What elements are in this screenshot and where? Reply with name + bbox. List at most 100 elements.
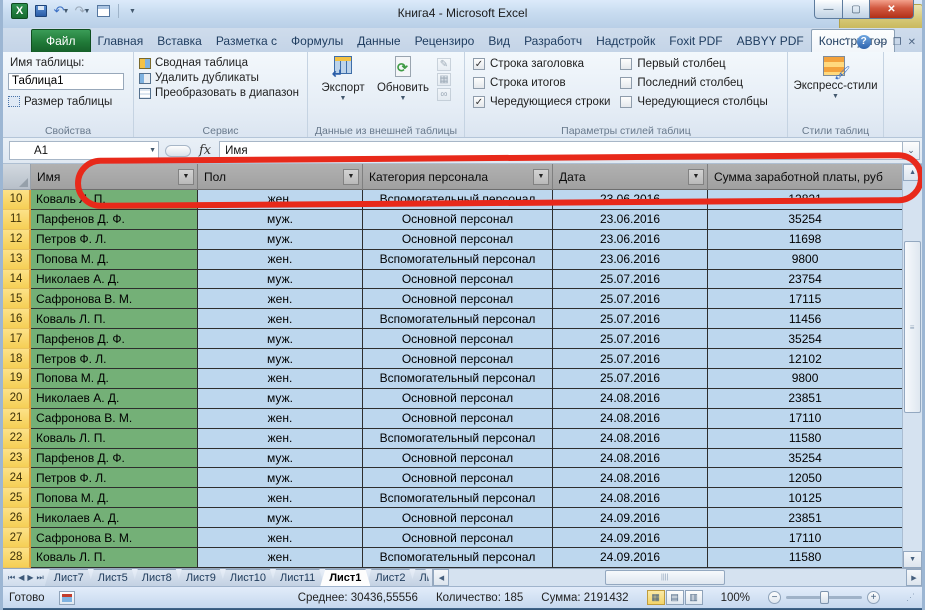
- row-number[interactable]: 19: [3, 369, 31, 389]
- table-cell[interactable]: Коваль Л. П.: [31, 548, 198, 568]
- sheet-tab[interactable]: Лист11: [271, 569, 324, 586]
- vertical-scroll-track[interactable]: ≡: [903, 181, 922, 551]
- table-cell[interactable]: 11580: [708, 548, 902, 568]
- row-number[interactable]: 16: [3, 309, 31, 329]
- data-range-properties-icon[interactable]: ✎: [437, 58, 451, 71]
- scroll-left-icon[interactable]: ◀: [433, 569, 449, 586]
- pivot-table-button[interactable]: Сводная таблица: [139, 57, 302, 69]
- scroll-down-icon[interactable]: ▼: [903, 551, 922, 568]
- remove-duplicates-button[interactable]: Удалить дубликаты: [139, 72, 302, 84]
- maximize-button[interactable]: ▢: [843, 0, 870, 19]
- table-cell[interactable]: Вспомогательный персонал: [363, 309, 553, 329]
- table-cell[interactable]: 25.07.2016: [553, 289, 708, 309]
- table-cell[interactable]: 11456: [708, 309, 902, 329]
- table-cell[interactable]: жен.: [198, 548, 363, 568]
- table-cell[interactable]: 23851: [708, 508, 902, 528]
- table-cell[interactable]: 24.08.2016: [553, 409, 708, 429]
- table-cell[interactable]: муж.: [198, 329, 363, 349]
- table-cell[interactable]: 24.08.2016: [553, 488, 708, 508]
- open-in-browser-icon[interactable]: ▦: [437, 73, 451, 86]
- row-number[interactable]: 27: [3, 528, 31, 548]
- style-option-checkbox[interactable]: Строка итогов: [473, 77, 610, 89]
- ribbon-tab[interactable]: Foxit PDF: [662, 30, 729, 52]
- ribbon-tab[interactable]: Файл: [31, 29, 91, 52]
- table-cell[interactable]: 25.07.2016: [553, 270, 708, 290]
- sheet-tab[interactable]: Лист1: [320, 569, 370, 586]
- refresh-button[interactable]: ⟳ Обновить ▼: [373, 56, 433, 124]
- table-cell[interactable]: 23.06.2016: [553, 230, 708, 250]
- table-cell[interactable]: 12102: [708, 349, 902, 369]
- table-cell[interactable]: 24.08.2016: [553, 449, 708, 469]
- row-number[interactable]: 28: [3, 548, 31, 568]
- workbook-restore-icon[interactable]: ❐: [893, 37, 902, 48]
- table-cell[interactable]: 35254: [708, 449, 902, 469]
- table-cell[interactable]: Коваль Л. П.: [31, 429, 198, 449]
- table-cell[interactable]: жен.: [198, 289, 363, 309]
- filter-dropdown-icon[interactable]: ▼: [343, 169, 359, 185]
- close-button[interactable]: ✕: [870, 0, 914, 19]
- checkbox-unchecked-icon[interactable]: [473, 77, 485, 89]
- table-cell[interactable]: Николаев А. Д.: [31, 270, 198, 290]
- name-box[interactable]: A1 ▼: [9, 141, 159, 160]
- table-cell[interactable]: Коваль Л. П.: [31, 190, 198, 210]
- table-cell[interactable]: муж.: [198, 449, 363, 469]
- table-cell[interactable]: 25.07.2016: [553, 369, 708, 389]
- scroll-up-icon[interactable]: ▲: [903, 164, 922, 181]
- table-cell[interactable]: 23.06.2016: [553, 250, 708, 270]
- quick-styles-button[interactable]: 🖌 Экспресс-стили ▼: [793, 56, 878, 124]
- table-cell[interactable]: Парфенов Д. Ф.: [31, 329, 198, 349]
- horizontal-scroll-thumb[interactable]: ||||: [605, 570, 725, 585]
- table-cell[interactable]: 24.08.2016: [553, 389, 708, 409]
- style-option-checkbox[interactable]: ✓Строка заголовка: [473, 58, 610, 70]
- table-cell[interactable]: Парфенов Д. Ф.: [31, 449, 198, 469]
- scroll-right-icon[interactable]: ▶: [906, 569, 922, 586]
- ribbon-tab[interactable]: Главная: [91, 30, 151, 52]
- table-cell[interactable]: Николаев А. Д.: [31, 389, 198, 409]
- table-cell[interactable]: Парфенов Д. Ф.: [31, 210, 198, 230]
- table-cell[interactable]: Основной персонал: [363, 289, 553, 309]
- page-layout-view-icon[interactable]: ▤: [666, 590, 684, 605]
- row-number[interactable]: 23: [3, 449, 31, 469]
- row-number[interactable]: 26: [3, 508, 31, 528]
- table-cell[interactable]: Основной персонал: [363, 329, 553, 349]
- table-cell[interactable]: жен.: [198, 488, 363, 508]
- vertical-scrollbar[interactable]: ▲ ≡ ▼: [902, 164, 922, 568]
- column-header[interactable]: Имя▼: [31, 164, 198, 190]
- ribbon-tab[interactable]: Надстройк: [589, 30, 662, 52]
- workbook-minimize-icon[interactable]: —: [877, 37, 887, 48]
- unlink-icon[interactable]: ∞: [437, 88, 451, 101]
- filter-dropdown-icon[interactable]: ▼: [688, 169, 704, 185]
- ribbon-tab[interactable]: Данные: [350, 30, 407, 52]
- sheet-tab[interactable]: Лист7: [45, 569, 93, 586]
- table-cell[interactable]: Вспомогательный персонал: [363, 190, 553, 210]
- horizontal-scrollbar[interactable]: ◀ |||| ▶: [432, 569, 922, 586]
- checkbox-unchecked-icon[interactable]: [620, 58, 632, 70]
- style-option-checkbox[interactable]: Чередующиеся столбцы: [620, 96, 767, 108]
- table-cell[interactable]: 23.06.2016: [553, 210, 708, 230]
- ribbon-tab[interactable]: Разметка с: [209, 30, 284, 52]
- resize-grip[interactable]: ⋰: [906, 592, 916, 603]
- select-all-corner[interactable]: [3, 164, 31, 190]
- row-number[interactable]: 10: [3, 190, 31, 210]
- table-cell[interactable]: Попова М. Д.: [31, 488, 198, 508]
- last-sheet-icon[interactable]: ⏭: [37, 573, 44, 583]
- ribbon-tab[interactable]: Разработч: [517, 30, 589, 52]
- table-cell[interactable]: 23851: [708, 389, 902, 409]
- macro-record-icon[interactable]: [59, 591, 75, 605]
- formula-input[interactable]: Имя: [219, 141, 902, 160]
- table-cell[interactable]: муж.: [198, 210, 363, 230]
- table-cell[interactable]: Петров Ф. Л.: [31, 349, 198, 369]
- table-cell[interactable]: муж.: [198, 389, 363, 409]
- collapse-ribbon-icon[interactable]: ⌃: [842, 37, 850, 48]
- table-cell[interactable]: Вспомогательный персонал: [363, 369, 553, 389]
- table-cell[interactable]: Основной персонал: [363, 508, 553, 528]
- ribbon-tab[interactable]: Вид: [481, 30, 517, 52]
- table-cell[interactable]: 23754: [708, 270, 902, 290]
- table-cell[interactable]: жен.: [198, 250, 363, 270]
- table-cell[interactable]: 24.08.2016: [553, 468, 708, 488]
- column-header[interactable]: Сумма заработной платы, руб: [708, 164, 902, 190]
- formula-bar-splitter[interactable]: [165, 145, 191, 157]
- column-header[interactable]: Дата▼: [553, 164, 708, 190]
- ribbon-tab[interactable]: Формулы: [284, 30, 350, 52]
- table-cell[interactable]: Попова М. Д.: [31, 369, 198, 389]
